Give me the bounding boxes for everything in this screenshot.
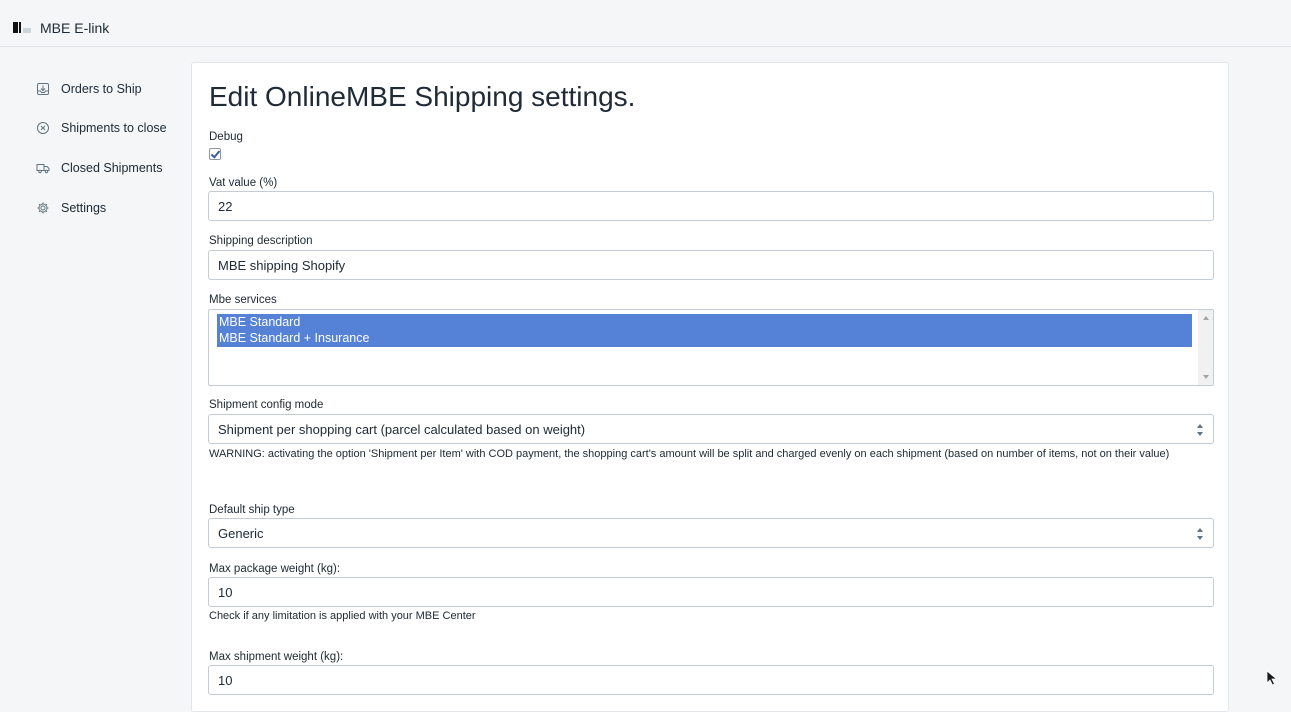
gear-icon — [36, 201, 50, 215]
select-arrows-icon — [1197, 528, 1203, 540]
mbe-logo-icon — [13, 22, 31, 33]
max-shipment-weight-value: 10 — [218, 672, 233, 688]
default-ship-type-value: Generic — [218, 525, 264, 541]
shipping-description-value: MBE shipping Shopify — [218, 257, 346, 273]
service-option[interactable]: MBE Standard + Insurance — [217, 330, 1192, 347]
shipment-config-mode-label: Shipment config mode — [209, 399, 324, 411]
mouse-cursor-icon — [1266, 670, 1278, 686]
max-package-weight-help: Check if any limitation is applied with … — [209, 610, 476, 622]
settings-card: Edit OnlineMBE Shipping settings. Debug … — [191, 62, 1229, 712]
page-title: Edit OnlineMBE Shipping settings. — [209, 81, 636, 112]
app-title: MBE E-link — [40, 19, 110, 36]
default-ship-type-select[interactable]: Generic — [208, 518, 1214, 548]
sidebar-item-label: Orders to Ship — [61, 82, 142, 96]
inbox-download-icon — [36, 82, 50, 96]
shipment-config-mode-value: Shipment per shopping cart (parcel calcu… — [218, 421, 586, 437]
vat-input[interactable]: 22 — [208, 191, 1214, 221]
sidebar-item-orders-to-ship[interactable]: Orders to Ship — [36, 79, 142, 99]
select-arrows-icon — [1197, 424, 1203, 436]
shipment-config-mode-select[interactable]: Shipment per shopping cart (parcel calcu… — [208, 414, 1214, 444]
sidebar-item-label: Shipments to close — [61, 121, 167, 135]
scroll-up-icon[interactable] — [1203, 316, 1209, 320]
sidebar-item-label: Settings — [61, 201, 107, 215]
shipping-description-input[interactable]: MBE shipping Shopify — [208, 250, 1214, 280]
shipment-config-warning: WARNING: activating the option 'Shipment… — [209, 448, 1170, 460]
max-shipment-weight-input[interactable]: 10 — [208, 665, 1214, 695]
listbox-scrollbar[interactable] — [1198, 310, 1213, 385]
max-package-weight-input[interactable]: 10 — [208, 577, 1214, 607]
sidebar-item-closed-shipments[interactable]: Closed Shipments — [36, 158, 162, 178]
default-ship-type-label: Default ship type — [209, 504, 295, 516]
truck-icon — [36, 161, 50, 175]
mbe-services-label: Mbe services — [209, 294, 277, 306]
sidebar-item-shipments-to-close[interactable]: Shipments to close — [36, 118, 167, 138]
debug-checkbox[interactable] — [209, 148, 221, 160]
sidebar-item-label: Closed Shipments — [61, 161, 163, 175]
scroll-down-icon[interactable] — [1203, 375, 1209, 379]
circle-x-icon — [36, 121, 50, 135]
max-package-weight-value: 10 — [218, 584, 233, 600]
sidebar-item-settings[interactable]: Settings — [36, 198, 106, 218]
vat-value: 22 — [218, 198, 233, 214]
debug-label: Debug — [209, 131, 243, 143]
max-package-weight-label: Max package weight (kg): — [209, 563, 341, 575]
top-bar: MBE E-link — [0, 9, 1291, 47]
sidebar: Orders to Ship Shipments to close Closed… — [0, 48, 190, 700]
shipping-description-label: Shipping description — [209, 235, 313, 247]
max-shipment-weight-label: Max shipment weight (kg): — [209, 651, 344, 663]
mbe-services-listbox[interactable]: MBE Standard MBE Standard + Insurance — [208, 309, 1214, 386]
service-option[interactable]: MBE Standard — [217, 314, 1192, 331]
vat-label: Vat value (%) — [209, 177, 278, 189]
